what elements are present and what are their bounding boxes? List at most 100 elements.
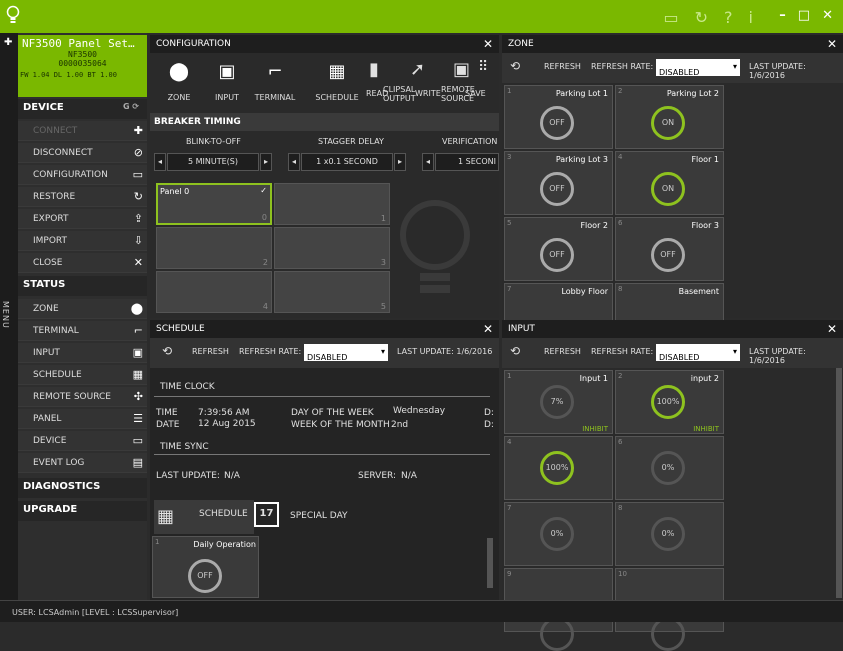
schedule-scrollbar[interactable]: [487, 538, 493, 588]
close-schedule-icon[interactable]: ✕: [483, 322, 493, 336]
input-tile[interactable]: 8 0%: [615, 502, 724, 566]
panel-list-icon: ☰: [133, 412, 143, 425]
schedule-tool-button[interactable]: ▦ SCHEDULE: [312, 57, 362, 102]
stagger-decrease[interactable]: ◂: [288, 153, 300, 171]
refresh-icon[interactable]: ⟲: [510, 344, 520, 358]
nav-device-export[interactable]: EXPORT ⇪: [18, 209, 147, 229]
zone-refresh-rate-select[interactable]: DISABLED ▾: [656, 59, 740, 77]
menu-label[interactable]: MENU: [1, 301, 10, 329]
tile-index: 1: [507, 87, 512, 95]
input-refresh-button[interactable]: REFRESH: [544, 347, 581, 356]
tile-value: 7%: [550, 397, 564, 406]
panel-tile-5[interactable]: 5: [274, 271, 390, 313]
status-section-header[interactable]: STATUS: [18, 276, 147, 296]
minimize-icon[interactable]: –: [779, 8, 786, 23]
event-log-icon: ▤: [132, 456, 143, 469]
verification-label: VERIFICATION: [442, 137, 498, 146]
blink-decrease[interactable]: ◂: [154, 153, 166, 171]
level-ring: [651, 617, 685, 651]
close-input-icon[interactable]: ✕: [827, 322, 837, 336]
nav-device-connect[interactable]: CONNECT ✚: [18, 121, 147, 141]
nav-status-event-log[interactable]: EVENT LOG ▤: [18, 453, 147, 473]
nav-status-schedule[interactable]: SCHEDULE ▦: [18, 365, 147, 385]
nav-status-input[interactable]: INPUT ▣: [18, 343, 147, 363]
panel-tile-1[interactable]: 1: [274, 183, 390, 225]
verification-decrease[interactable]: ◂: [422, 153, 434, 171]
terminal-tool-button[interactable]: ⌐ TERMINAL: [254, 57, 296, 102]
special-day-icon[interactable]: 17: [254, 502, 279, 527]
schedule-tab[interactable]: ▦ SCHEDULE: [154, 500, 254, 534]
nav-item-label: SCHEDULE: [33, 370, 82, 380]
input-tile[interactable]: 6 0%: [615, 436, 724, 500]
close-zone-icon[interactable]: ✕: [827, 37, 837, 51]
tile-index: 8: [618, 285, 623, 293]
schedule-refresh-rate-select[interactable]: DISABLED ▾: [304, 344, 388, 362]
input-tile[interactable]: 4 100%: [504, 436, 613, 500]
schedule-panel: SCHEDULE ✕ ⟲ REFRESH REFRESH RATE: DISAB…: [150, 320, 499, 600]
nav-status-device[interactable]: DEVICE ▭: [18, 431, 147, 451]
zone-tile[interactable]: 4 Floor 1 ON: [615, 151, 724, 215]
tile-index: 7: [507, 285, 512, 293]
close-icon: ✕: [133, 256, 143, 269]
nav-status-terminal[interactable]: TERMINAL ⌐: [18, 321, 147, 341]
panel-tile-0[interactable]: Panel 0 ✓ 0: [156, 183, 272, 225]
zone-tile[interactable]: 6 Floor 3 OFF: [615, 217, 724, 281]
clipsal-output-icon[interactable]: ▮: [369, 59, 379, 80]
help-icon[interactable]: ?: [724, 8, 733, 27]
save-icon[interactable]: ▣: [453, 59, 470, 80]
info-icon[interactable]: i: [749, 8, 753, 27]
nav-status-zone[interactable]: ZONE ⬤: [18, 299, 147, 319]
zone-tool-button[interactable]: ⬤ ZONE: [164, 57, 194, 102]
grid-icon[interactable]: ⠿: [478, 59, 488, 75]
status-bar: USER: LCSAdmin [LEVEL : LCSSupervisor]: [0, 600, 843, 622]
refresh-icon[interactable]: ⟲: [510, 59, 520, 73]
nav-device-close[interactable]: CLOSE ✕: [18, 253, 147, 273]
blink-increase[interactable]: ▸: [260, 153, 272, 171]
pin-icon[interactable]: ✚: [4, 37, 12, 48]
input-refresh-rate-select[interactable]: DISABLED ▾: [656, 344, 740, 362]
nav-status-panel[interactable]: PANEL ☰: [18, 409, 147, 429]
zone-refresh-button[interactable]: REFRESH: [544, 62, 581, 71]
schedule-tile[interactable]: 1 Daily Operation OFF: [152, 536, 259, 598]
write-icon[interactable]: ➚: [410, 59, 425, 80]
zone-tile[interactable]: 3 Parking Lot 3 OFF: [504, 151, 613, 215]
special-day-tab[interactable]: SPECIAL DAY: [290, 511, 348, 521]
nav-device-disconnect[interactable]: DISCONNECT ⊘: [18, 143, 147, 163]
input-tile[interactable]: 1 Input 1 INHIBIT 7%: [504, 370, 613, 434]
nav-device-configuration[interactable]: CONFIGURATION ▭: [18, 165, 147, 185]
nav-status-remote-source[interactable]: REMOTE SOURCE ✣: [18, 387, 147, 407]
zone-panel: ZONE ✕ ⟲ REFRESH REFRESH RATE: DISABLED ▾…: [502, 35, 843, 366]
upgrade-section-header[interactable]: UPGRADE: [18, 501, 147, 521]
zone-tile[interactable]: 5 Floor 2 OFF: [504, 217, 613, 281]
date-label: DATE: [156, 420, 180, 430]
input-tool-button[interactable]: ▣ INPUT: [212, 57, 242, 102]
close-configuration-icon[interactable]: ✕: [483, 37, 493, 51]
lcd-line4: FW 1.04 DL 1.00 BT 1.00: [20, 71, 117, 79]
input-tile[interactable]: 2 input 2 INHIBIT 100%: [615, 370, 724, 434]
device-section-header[interactable]: DEVICE G ⟳: [18, 99, 147, 119]
user-status: USER: LCSAdmin [LEVEL : LCSSupervisor]: [12, 608, 179, 617]
input-scrollbar[interactable]: [836, 368, 842, 598]
nav-device-import[interactable]: IMPORT ⇩: [18, 231, 147, 251]
refresh-icon[interactable]: ⟲: [162, 344, 172, 358]
tile-index: 3: [507, 153, 512, 161]
zone-refresh-rate-value: DISABLED: [659, 68, 700, 77]
zone-tile[interactable]: 2 Parking Lot 2 ON: [615, 85, 724, 149]
panel-tile-2[interactable]: 2: [156, 227, 272, 269]
tile-index: 10: [618, 570, 627, 578]
zone-tile[interactable]: 1 Parking Lot 1 OFF: [504, 85, 613, 149]
nav-item-label: CONFIGURATION: [33, 170, 108, 180]
tile-state: ON: [661, 118, 675, 127]
nav-device-restore[interactable]: RESTORE ↻: [18, 187, 147, 207]
panel-tile-4[interactable]: 4: [156, 271, 272, 313]
input-tile[interactable]: 7 0%: [504, 502, 613, 566]
schedule-refresh-button[interactable]: REFRESH: [192, 347, 229, 356]
diagnostics-section-header[interactable]: DIAGNOSTICS: [18, 478, 147, 498]
close-window-icon[interactable]: ✕: [822, 8, 833, 23]
stagger-increase[interactable]: ▸: [394, 153, 406, 171]
chart-icon[interactable]: ▭: [664, 8, 679, 27]
tile-number: 3: [380, 258, 386, 267]
refresh-icon[interactable]: ↻: [695, 8, 708, 27]
panel-tile-3[interactable]: 3: [274, 227, 390, 269]
maximize-icon[interactable]: □: [798, 8, 810, 23]
